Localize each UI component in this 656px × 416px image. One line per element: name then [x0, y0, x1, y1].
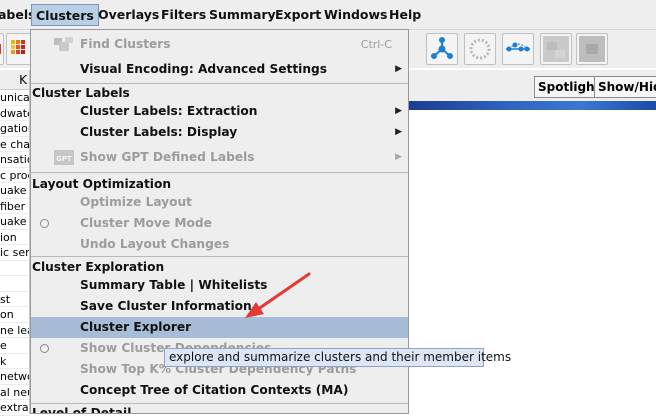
- red-arrow-annotation-icon: [245, 272, 311, 318]
